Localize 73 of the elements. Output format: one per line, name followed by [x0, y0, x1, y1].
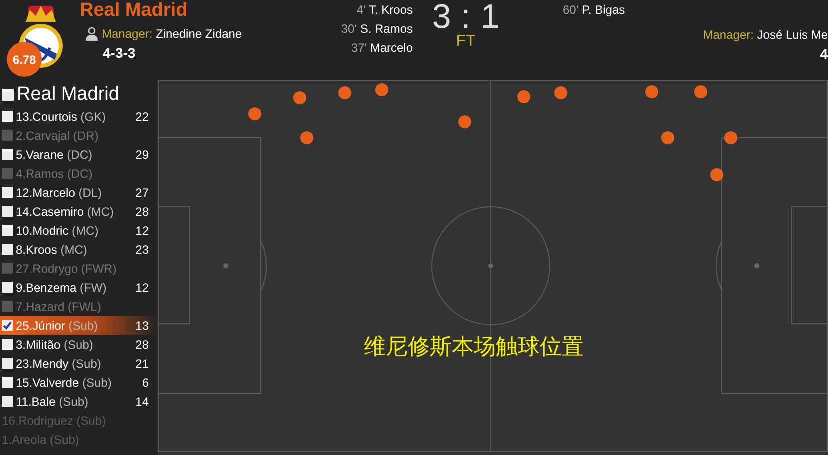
- touch-count: 27: [136, 184, 149, 202]
- touch-count: 12: [136, 222, 149, 240]
- player-label: 2.Carvajal (DR): [16, 128, 99, 144]
- touch-marker: [458, 116, 472, 128]
- touch-marker: [300, 132, 314, 144]
- goal-scorer: 37' Marcelo: [350, 40, 413, 57]
- goal-scorer: 60' P. Bigas: [563, 2, 626, 19]
- checkbox[interactable]: [2, 377, 13, 388]
- touch-count: 14: [136, 394, 149, 410]
- touch-count: 6: [142, 374, 149, 392]
- home-score: 3: [432, 0, 452, 34]
- player-label: 23.Mendy (Sub): [16, 356, 102, 372]
- touch-marker: [518, 90, 530, 104]
- touch-count: 22: [136, 108, 149, 126]
- match-status: FT: [456, 34, 476, 50]
- touch-count: 21: [136, 356, 149, 372]
- goal-scorer: 4' T. Kroos: [356, 2, 413, 19]
- checkbox[interactable]: [2, 206, 13, 217]
- player-label: 12.Marcelo (DL): [16, 184, 102, 202]
- player-label: 13.Courtois (GK): [16, 108, 106, 126]
- touch-marker: [710, 168, 724, 182]
- touch-marker: [724, 132, 738, 144]
- player-label: 5.Varane (DC): [16, 146, 92, 164]
- manager-icon: [86, 27, 98, 41]
- player-label: 8.Kroos (MC): [16, 242, 88, 258]
- checkbox[interactable]: [2, 282, 13, 293]
- team-label: Real Madrid: [17, 82, 120, 107]
- touch-marker: [294, 92, 306, 104]
- checkbox[interactable]: [2, 111, 13, 122]
- formation: 4-3-3: [103, 44, 137, 63]
- checkbox[interactable]: [2, 225, 13, 236]
- checkbox[interactable]: [2, 339, 13, 350]
- caption: 维尼修斯本场触球位置: [364, 333, 584, 361]
- away-score: 1: [480, 0, 500, 34]
- touch-marker: [662, 132, 674, 144]
- player-label: 11.Bale (Sub): [16, 394, 88, 410]
- player-label: 4.Ramos (DC): [16, 166, 93, 182]
- checkbox[interactable]: [2, 396, 13, 407]
- touch-count: 12: [136, 280, 149, 296]
- touch-count: 23: [136, 242, 149, 258]
- player-label: 25.Júnior (Sub): [16, 318, 98, 334]
- touch-marker: [646, 86, 658, 98]
- player-label: 15.Valverde (Sub): [16, 374, 112, 392]
- touch-count: 28: [136, 204, 149, 220]
- player-label: 7.Hazard (FWL): [16, 298, 102, 316]
- touch-marker: [338, 86, 352, 100]
- checkbox[interactable]: [2, 244, 13, 255]
- player-label: 27.Rodrygo (FWR): [16, 260, 117, 278]
- checkbox[interactable]: [2, 89, 14, 101]
- player-label: 1.Areola (Sub): [2, 432, 80, 448]
- goal-scorer: 30' S. Ramos: [341, 21, 413, 38]
- manager-name: Manager: José Luis Me: [702, 27, 828, 44]
- checkbox[interactable]: [2, 187, 13, 198]
- player-label: 14.Casemiro (MC): [16, 204, 114, 220]
- team-name: Real Madrid: [80, 0, 189, 22]
- touch-marker: [248, 108, 262, 120]
- formation: 4: [819, 45, 828, 64]
- touch-marker: [376, 84, 388, 96]
- player-label: 16.Rodriguez (Sub): [2, 412, 106, 430]
- player-label: 3.Militão (Sub): [16, 336, 94, 354]
- touch-count: 29: [136, 146, 149, 164]
- touch-marker: [554, 86, 568, 100]
- player-label: 9.Benzema (FW): [16, 280, 107, 296]
- checkbox[interactable]: [2, 320, 13, 331]
- checkbox[interactable]: [2, 358, 13, 369]
- rating-badge: 6.78: [7, 42, 42, 77]
- player-label: 10.Modric (MC): [16, 222, 99, 240]
- touch-count: 13: [136, 318, 149, 334]
- checkbox[interactable]: [2, 149, 13, 160]
- touch-count: 28: [136, 336, 149, 354]
- score-separator: :: [461, 0, 471, 34]
- manager-name: Manager: Zinedine Zidane: [102, 26, 242, 43]
- touch-marker: [694, 86, 708, 98]
